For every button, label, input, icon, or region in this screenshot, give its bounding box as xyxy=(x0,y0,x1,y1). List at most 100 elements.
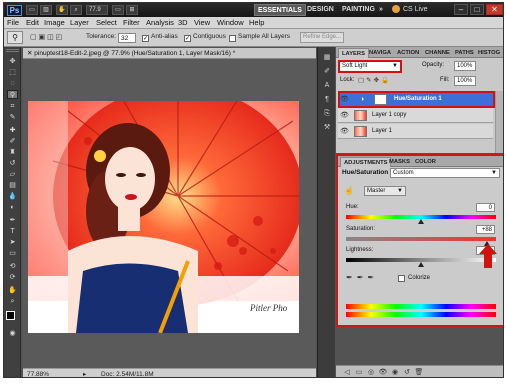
menu-edit[interactable]: Edit xyxy=(26,17,39,29)
channel-select[interactable]: Master ▼ xyxy=(364,186,406,196)
toolbox-grip[interactable] xyxy=(6,49,19,52)
sample-all-checkbox[interactable] xyxy=(229,35,236,42)
cslive-button[interactable]: CS Live xyxy=(400,4,431,16)
fill-input[interactable]: 100% xyxy=(454,76,476,86)
saturation-slider-track[interactable] xyxy=(346,237,496,241)
reset-icon[interactable]: ↺ xyxy=(402,368,412,377)
dodge-tool-icon[interactable]: ◐ xyxy=(7,203,18,212)
tool-presets-panel-icon[interactable]: ⚒ xyxy=(321,123,333,133)
tab-layers[interactable]: LAYERS xyxy=(338,48,369,58)
colorize-checkbox[interactable] xyxy=(398,275,405,282)
tab-histogram[interactable]: HISTOG xyxy=(475,48,503,58)
expand-icon[interactable]: ▭ xyxy=(354,368,364,377)
clone-source-panel-icon[interactable]: ⎘ xyxy=(321,109,333,119)
minibridge-button[interactable]: ▥ xyxy=(40,5,52,15)
workspace-design[interactable]: DESIGN xyxy=(304,4,337,16)
3d-camera-tool-icon[interactable]: ⟳ xyxy=(7,273,18,282)
layer-name[interactable]: Layer 1 copy xyxy=(372,108,406,123)
bridge-button[interactable]: ▭ xyxy=(26,5,38,15)
back-icon[interactable]: ◁ xyxy=(342,368,352,377)
menu-image[interactable]: Image xyxy=(44,17,65,29)
character-panel-icon[interactable]: A xyxy=(321,81,333,91)
quick-mask-icon[interactable]: ◉ xyxy=(7,329,18,338)
workspace-more[interactable]: » xyxy=(376,4,386,16)
hand-tool-icon[interactable]: ✋ xyxy=(56,5,68,15)
history-panel-icon[interactable]: ▦ xyxy=(321,53,333,63)
pen-tool-icon[interactable]: ✒ xyxy=(7,216,18,225)
healing-tool-icon[interactable]: ✚ xyxy=(7,126,18,135)
document-tab[interactable]: ✕ pinuptest18-Edit-2.jpeg @ 77.9% (Hue/S… xyxy=(23,48,316,59)
visibility-eye-icon[interactable]: 👁 xyxy=(340,112,349,119)
antialias-checkbox[interactable] xyxy=(142,35,149,42)
shape-tool-icon[interactable]: ▭ xyxy=(7,249,18,258)
close-button[interactable]: ✕ xyxy=(486,4,503,15)
refine-edge-button[interactable]: Refine Edge... xyxy=(300,32,344,43)
clone-stamp-tool-icon[interactable]: ♜ xyxy=(7,148,18,157)
tab-channels[interactable]: CHANNE xyxy=(422,48,453,58)
layer-thumbnail[interactable] xyxy=(354,110,367,121)
hand-tool-icon[interactable]: ✋ xyxy=(7,286,18,295)
move-tool-icon[interactable]: ✥ xyxy=(7,57,18,66)
contiguous-checkbox[interactable] xyxy=(184,35,191,42)
saturation-input[interactable]: +88 xyxy=(476,225,495,234)
brush-panel-icon[interactable]: ✐ xyxy=(321,67,333,77)
visibility-icon[interactable]: 👁 xyxy=(378,368,388,377)
lock-icons[interactable]: ▢✎✥🔒 xyxy=(358,76,391,84)
maximize-button[interactable]: □ xyxy=(470,4,484,15)
menu-filter[interactable]: Filter xyxy=(123,17,140,29)
preset-select[interactable]: Custom ▼ xyxy=(390,168,500,178)
layers-scrollbar[interactable] xyxy=(495,91,503,153)
delete-icon[interactable]: 🗑 xyxy=(414,368,424,377)
gradient-tool-icon[interactable]: ▤ xyxy=(7,181,18,190)
wand-preset-icon[interactable]: ⚲ xyxy=(7,31,23,44)
path-selection-tool-icon[interactable]: ➤ xyxy=(7,238,18,247)
tab-actions[interactable]: ACTION xyxy=(394,48,422,58)
zoom-tool-icon[interactable]: ⌕ xyxy=(7,297,18,306)
targeted-adjustment-icon[interactable]: ☝ xyxy=(344,186,354,195)
visibility-eye-icon[interactable]: 👁 xyxy=(340,128,349,135)
marquee-tool-icon[interactable]: ⬚ xyxy=(7,68,18,77)
menu-layer[interactable]: Layer xyxy=(70,17,89,29)
clip-icon[interactable]: ◎ xyxy=(366,368,376,377)
eyedropper-tool-icon[interactable]: ✎ xyxy=(7,113,18,122)
lightness-slider-knob[interactable] xyxy=(418,262,424,267)
eyedropper-icons[interactable]: ✒✒✒ xyxy=(346,273,378,282)
layer-row-layer1[interactable]: 👁 Layer 1 xyxy=(338,124,493,139)
opacity-input[interactable]: 100% xyxy=(454,61,476,71)
foreground-color-swatch[interactable] xyxy=(6,311,15,320)
tab-navigator[interactable]: NAVIGA xyxy=(366,48,394,58)
zoom-level-field[interactable]: 77.9 xyxy=(86,5,108,15)
minimize-button[interactable]: – xyxy=(454,4,468,15)
3d-rotate-tool-icon[interactable]: ⟲ xyxy=(7,262,18,271)
screen-mode-button[interactable]: ⊞ xyxy=(126,5,138,15)
canvas-image[interactable]: Pitler Pho xyxy=(28,101,299,333)
arrange-docs-button[interactable]: ▭ xyxy=(112,5,124,15)
blend-mode-select[interactable]: Soft Light ▼ xyxy=(338,60,402,73)
layer-thumbnail[interactable] xyxy=(354,126,367,137)
hue-input[interactable]: 0 xyxy=(476,203,495,212)
zoom-tool-icon[interactable]: ⌕ xyxy=(70,5,82,15)
eraser-tool-icon[interactable]: ▱ xyxy=(7,170,18,179)
workspace-painting[interactable]: PAINTING xyxy=(339,4,378,16)
menu-select[interactable]: Select xyxy=(96,17,117,29)
menu-3d[interactable]: 3D xyxy=(178,17,188,29)
tab-paths[interactable]: PATHS xyxy=(452,48,477,58)
layer-name[interactable]: Layer 1 xyxy=(372,124,392,139)
paragraph-panel-icon[interactable]: ¶ xyxy=(321,95,333,105)
menu-file[interactable]: File xyxy=(7,17,19,29)
menu-analysis[interactable]: Analysis xyxy=(146,17,174,29)
hue-slider-knob[interactable] xyxy=(418,219,424,224)
view-previous-icon[interactable]: ◉ xyxy=(390,368,400,377)
status-arrow-icon[interactable]: ▸ xyxy=(83,369,86,377)
tab-color[interactable]: COLOR xyxy=(412,157,439,167)
selection-mode-icons[interactable]: ▢ ▣ ◫ ◰ xyxy=(30,32,72,43)
tolerance-input[interactable]: 32 xyxy=(118,33,136,43)
menu-window[interactable]: Window xyxy=(217,17,244,29)
crop-tool-icon[interactable]: ⌗ xyxy=(7,102,18,111)
magic-wand-tool-icon[interactable]: ⚲ xyxy=(7,90,18,99)
status-zoom[interactable]: 77.88% xyxy=(27,369,49,377)
tab-masks[interactable]: MASKS xyxy=(386,157,413,167)
type-tool-icon[interactable]: T xyxy=(7,227,18,236)
menu-help[interactable]: Help xyxy=(249,17,264,29)
history-brush-tool-icon[interactable]: ↺ xyxy=(7,159,18,168)
